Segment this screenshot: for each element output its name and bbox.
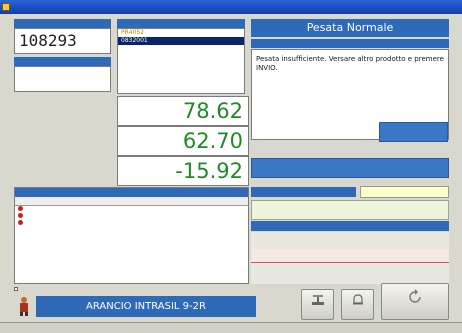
product-header [14,57,111,66]
weighing-type-label [251,187,356,197]
alarm-button[interactable] [341,289,374,320]
lot-list-item[interactable]: PR4052 [118,29,244,37]
weighing-type-select[interactable] [360,186,449,198]
qty-weighed-label-wrap [14,126,119,154]
weighing-info [251,200,449,220]
brand-text [251,249,449,263]
completion-header [251,221,449,231]
components-header [15,188,248,197]
table-row[interactable] [15,213,248,220]
print-checkbox[interactable] [14,287,18,291]
status-dot-icon [18,206,23,211]
refresh-button[interactable] [381,283,449,320]
status-dot-icon [18,220,23,225]
weigh-button[interactable] [301,289,334,320]
code-panel: 108293 [14,19,111,54]
scale-icon [311,295,324,305]
table-row[interactable] [15,206,248,213]
components-table [14,187,249,284]
action-indicator [379,122,448,142]
status-bar [0,322,462,333]
qty-weighed-value: 62.70 [117,126,249,156]
weighing-status-subheader [251,39,449,48]
product-panel [14,57,111,92]
progress-bar-area [251,158,449,178]
app-icon [2,3,10,11]
weighing-status-title: Pesata Normale [251,19,449,37]
refresh-icon [409,289,421,303]
lot-list-item-selected[interactable]: 0832001 [118,37,244,45]
figure-icon [14,296,34,316]
qty-diff-label-wrap [14,156,119,184]
qty-to-weigh-value: 78.62 [117,96,249,126]
bell-icon [352,294,363,305]
components-column-headers [15,197,248,206]
product-field[interactable] [14,66,111,92]
current-product-name: ARANCIO INTRASIL 9-2R [36,296,256,317]
print-checkbox-label [21,286,141,293]
lot-list[interactable]: PR4052 0832001 [117,28,245,94]
qty-difference-value: -15.92 [117,156,249,186]
qty-label-wrap [14,96,119,124]
table-row[interactable] [15,220,248,227]
lot-list-header [117,19,245,28]
code-field[interactable]: 108293 [14,28,111,54]
window-title-bar [0,0,462,14]
status-dot-icon [18,213,23,218]
code-header [14,19,111,28]
lot-list-panel: PR4052 0832001 [117,19,245,94]
